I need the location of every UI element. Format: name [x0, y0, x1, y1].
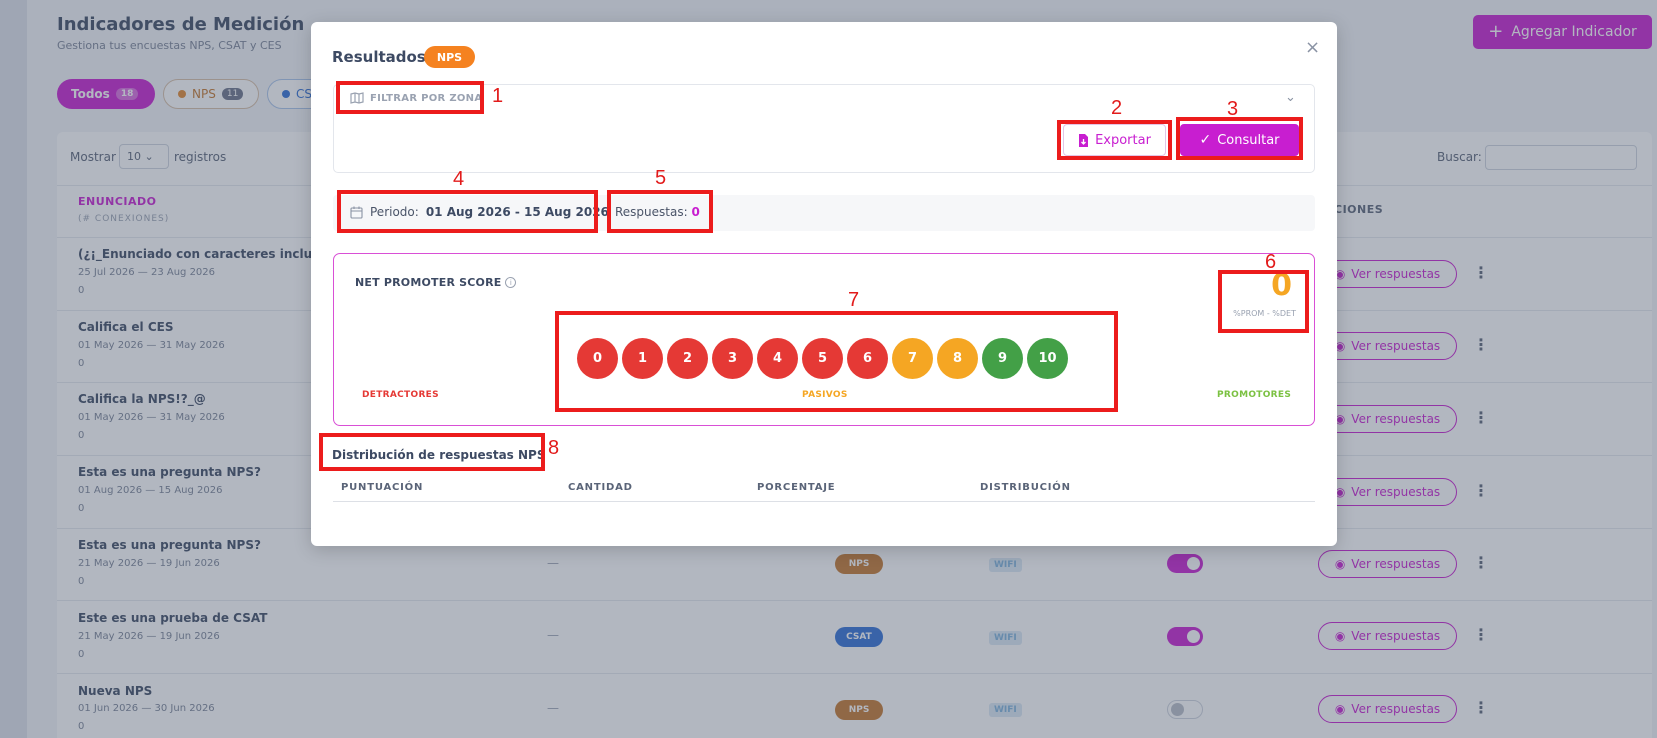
column-header-score: PUNTUACIÓN [341, 482, 424, 493]
nps-score-8: 8 [937, 338, 978, 379]
annotation-number-4: 4 [453, 168, 465, 190]
annotation-number-6: 6 [1265, 251, 1277, 273]
info-icon[interactable]: i [505, 277, 517, 288]
annotation-number-1: 1 [492, 85, 504, 107]
period-value: 01 Aug 2026 - 15 Aug 2026 [425, 205, 609, 219]
modal-nps-badge: NPS [424, 46, 475, 68]
export-button[interactable]: Exportar [1063, 124, 1166, 156]
annotation-number-3: 3 [1227, 98, 1239, 120]
chevron-down-icon[interactable]: ⌄ [1285, 90, 1296, 105]
modal-title: Resultados [332, 48, 426, 66]
annotation-number-5: 5 [655, 167, 667, 189]
column-header-distribution: DISTRIBUCIÓN [980, 482, 1071, 493]
map-icon [350, 92, 364, 104]
export-label: Exportar [1095, 132, 1151, 148]
category-detractores: DETRACTORES [362, 390, 439, 400]
nps-title-label: NET PROMOTER SCORE [355, 276, 502, 289]
nps-scale: 0 1 2 3 4 5 6 7 8 9 10 [577, 338, 1068, 379]
filter-zone-label: FILTRAR POR ZONA [370, 92, 483, 104]
column-header-count: CANTIDAD [568, 482, 633, 493]
nps-score-6: 6 [847, 338, 888, 379]
nps-score-5: 5 [802, 338, 843, 379]
divider [333, 501, 1315, 502]
consult-button[interactable]: ✓ Consultar [1180, 124, 1299, 156]
annotation-number-7: 7 [848, 289, 860, 311]
calendar-icon [350, 206, 363, 219]
nps-score-10: 10 [1027, 338, 1068, 379]
period-label: Periodo: [370, 205, 419, 219]
annotation-number-8: 8 [548, 437, 560, 459]
nps-score-7: 7 [892, 338, 933, 379]
nps-score-2: 2 [667, 338, 708, 379]
nps-score-3: 3 [712, 338, 753, 379]
file-download-icon [1079, 133, 1089, 147]
category-pasivos: PASIVOS [802, 390, 848, 400]
column-header-percentage: PORCENTAJE [757, 482, 836, 493]
nps-score-9: 9 [982, 338, 1023, 379]
nps-score-4: 4 [757, 338, 798, 379]
responses-label: Respuestas: [615, 205, 688, 219]
period-display: Periodo: 01 Aug 2026 - 15 Aug 2026 [350, 205, 609, 219]
check-icon: ✓ [1199, 132, 1212, 148]
consult-label: Consultar [1217, 132, 1280, 148]
nps-score-1: 1 [622, 338, 663, 379]
responses-value: 0 [691, 205, 700, 219]
annotation-number-2: 2 [1111, 97, 1123, 119]
category-promotores: PROMOTORES [1217, 390, 1292, 400]
close-icon[interactable]: × [1305, 37, 1320, 58]
nps-title: NET PROMOTER SCORE i [355, 276, 517, 289]
nps-score-0: 0 [577, 338, 618, 379]
filter-zone-toggle[interactable]: FILTRAR POR ZONA [350, 92, 482, 104]
distribution-title: Distribución de respuestas NPS [332, 448, 546, 462]
nps-formula: %PROM - %DET [1233, 309, 1296, 318]
responses-display: Respuestas: 0 [615, 205, 700, 219]
